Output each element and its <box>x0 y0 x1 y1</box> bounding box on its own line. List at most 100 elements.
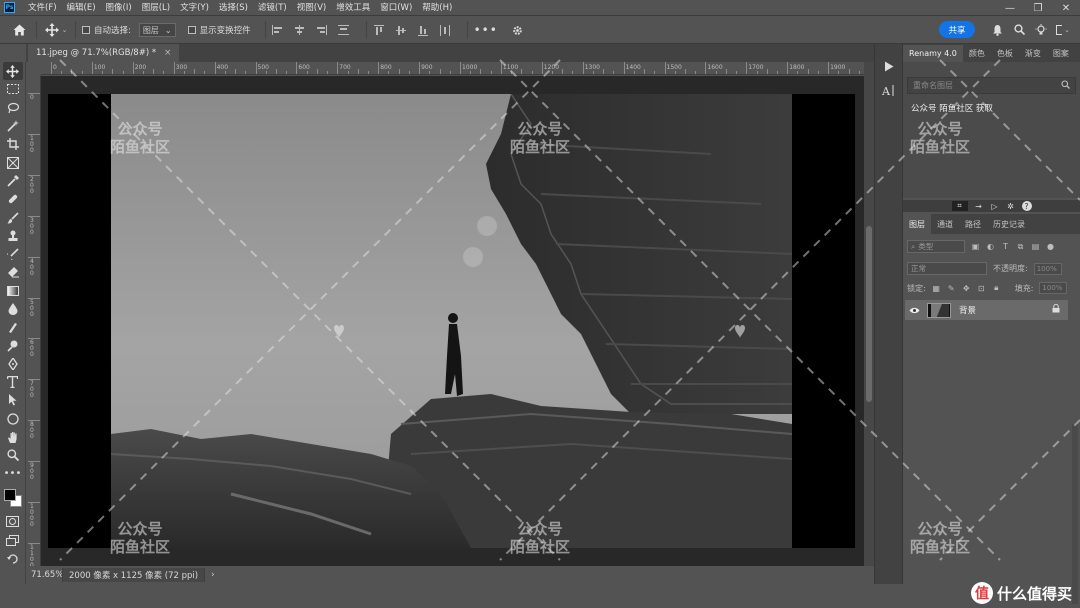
align-right-icon[interactable] <box>316 24 328 36</box>
align-top-icon[interactable] <box>373 24 385 36</box>
path-selection-tool-icon[interactable] <box>3 391 23 409</box>
frame-tool-icon[interactable] <box>3 153 23 171</box>
rename-icon[interactable]: ⌗ <box>951 201 968 211</box>
layers-scrollbar[interactable] <box>1072 424 1078 604</box>
align-left-icon[interactable] <box>272 24 284 36</box>
lock-all-icon[interactable]: 🔒︎ <box>992 283 1001 293</box>
lock-artboard-icon[interactable]: ⊡ <box>977 284 986 293</box>
vertical-scrollbar[interactable] <box>864 62 874 566</box>
rotate-view-icon[interactable] <box>3 549 23 567</box>
history-brush-tool-icon[interactable] <box>3 245 23 263</box>
tab-history[interactable]: 历史记录 <box>987 214 1031 234</box>
opacity-input[interactable]: 100% <box>1033 262 1062 275</box>
zoom-level[interactable]: 71.65% <box>26 570 63 580</box>
menu-view[interactable]: 视图(V) <box>292 0 331 16</box>
tab-swatches[interactable]: 色板 <box>991 45 1019 62</box>
play-actions-icon[interactable] <box>875 54 902 78</box>
blur-tool-icon[interactable] <box>3 300 23 318</box>
brush-tool-icon[interactable] <box>3 208 23 226</box>
status-menu-arrow[interactable]: › <box>205 570 220 580</box>
filter-shape-icon[interactable]: ⧉ <box>1016 242 1025 251</box>
move-tool-icon[interactable] <box>2 62 23 81</box>
zoom-tool-icon[interactable] <box>3 446 23 464</box>
lasso-tool-icon[interactable] <box>3 99 23 117</box>
color-swatches[interactable] <box>2 485 24 511</box>
document-tab[interactable]: 11.jpeg @ 71.7%(RGB/8#) * × <box>28 44 180 62</box>
menu-window[interactable]: 窗口(W) <box>375 0 417 16</box>
crop-tool-icon[interactable] <box>3 135 23 153</box>
menu-plugins[interactable]: 增效工具 <box>331 0 375 16</box>
filter-pixel-icon[interactable]: ▣ <box>971 242 980 251</box>
lightbulb-icon[interactable] <box>1034 21 1048 38</box>
home-icon[interactable] <box>8 19 30 41</box>
more-options-icon[interactable]: ••• <box>474 23 498 37</box>
lock-transparent-icon[interactable]: ▦ <box>932 284 941 293</box>
clone-stamp-tool-icon[interactable] <box>3 227 23 245</box>
filter-type-icon[interactable]: T <box>1001 242 1010 251</box>
gradient-tool-icon[interactable] <box>3 282 23 300</box>
help-icon[interactable]: ? <box>1021 201 1032 211</box>
menu-filter[interactable]: 滤镜(T) <box>253 0 292 16</box>
lock-position-icon[interactable]: ✥ <box>962 284 971 293</box>
canvas-area[interactable] <box>41 76 864 566</box>
move-tool-icon[interactable]: ⌄ <box>43 23 69 37</box>
menu-type[interactable]: 文字(Y) <box>175 0 214 16</box>
more-tools-icon[interactable]: ••• <box>3 465 23 483</box>
eyedropper-tool-icon[interactable] <box>3 172 23 190</box>
menu-help[interactable]: 帮助(H) <box>417 0 457 16</box>
ellipse-tool-icon[interactable] <box>3 410 23 428</box>
auto-select-dropdown[interactable]: 图层 ⌄ <box>138 23 176 37</box>
renamy-list-item[interactable]: 公众号 陌鱼社区 获取 <box>905 100 1078 115</box>
filter-toggle-icon[interactable]: ● <box>1046 242 1055 251</box>
tab-patterns[interactable]: 图案 <box>1047 45 1075 62</box>
share-button[interactable]: 共享 <box>939 21 975 38</box>
distribute-icon[interactable] <box>439 24 451 36</box>
lock-pixels-icon[interactable]: ✎ <box>947 284 956 293</box>
tab-layers[interactable]: 图层 <box>903 214 931 234</box>
show-transform-checkbox[interactable] <box>187 26 196 34</box>
dodge-tool-icon[interactable] <box>3 336 23 354</box>
vertical-ruler[interactable]: 0 100 200 300 400 500 600 700 800 900 1000 1100 <box>26 75 41 566</box>
tab-gradients[interactable]: 渐变 <box>1019 45 1047 62</box>
quick-mask-icon[interactable] <box>3 513 23 531</box>
menu-file[interactable]: 文件(F) <box>23 0 62 16</box>
bell-icon[interactable] <box>990 21 1004 38</box>
filter-adjustment-icon[interactable]: ◐ <box>986 242 995 251</box>
horizontal-ruler[interactable]: 0 100 200 300 400 500 600 700 800 900 1000 1100 1200… <box>41 62 864 75</box>
tab-color[interactable]: 颜色 <box>963 45 991 62</box>
chevron-down-icon[interactable]: ⌄ <box>62 26 68 34</box>
close-tab-icon[interactable]: × <box>164 48 171 58</box>
auto-select-checkbox[interactable] <box>82 26 90 34</box>
layer-filter-dropdown[interactable]: ⌕ 类型 <box>907 240 965 253</box>
type-tool-icon[interactable] <box>3 373 23 391</box>
search-icon[interactable] <box>1012 21 1026 38</box>
next-icon[interactable]: ▷ <box>990 201 1000 211</box>
menu-edit[interactable]: 编辑(E) <box>62 0 101 16</box>
blend-mode-dropdown[interactable]: 正常 <box>907 262 987 275</box>
tab-channels[interactable]: 通道 <box>931 214 959 234</box>
foreground-color-swatch[interactable] <box>3 488 16 501</box>
magic-wand-tool-icon[interactable] <box>3 117 23 135</box>
document-canvas[interactable] <box>48 94 855 548</box>
screen-mode-icon[interactable] <box>3 531 23 549</box>
tab-renamy[interactable]: Renamy 4.0 <box>903 45 963 62</box>
layer-name[interactable]: 背景 <box>959 304 976 316</box>
menu-image[interactable]: 图像(I) <box>101 0 137 16</box>
layer-row-background[interactable]: 背景 <box>905 300 1068 320</box>
fill-input[interactable]: 100% <box>1039 282 1068 294</box>
settings-icon[interactable]: ✲ <box>1006 201 1016 211</box>
vertical-scroll-thumb[interactable] <box>866 226 872 402</box>
gear-icon[interactable] <box>512 24 524 36</box>
align-vcenter-icon[interactable] <box>395 24 407 36</box>
menu-select[interactable]: 选择(S) <box>214 0 253 16</box>
ruler-origin[interactable] <box>26 62 41 75</box>
workspace-icon[interactable]: ⌄ <box>1056 21 1070 38</box>
filter-smart-object-icon[interactable]: ▤ <box>1031 242 1040 251</box>
minimize-button[interactable]: — <box>996 0 1024 16</box>
restore-button[interactable]: ❐ <box>1024 0 1052 16</box>
healing-brush-tool-icon[interactable] <box>3 190 23 208</box>
close-window-button[interactable]: ✕ <box>1052 0 1080 16</box>
character-panel-icon[interactable]: A <box>875 78 902 102</box>
smudge-tool-icon[interactable] <box>3 318 23 336</box>
rename-layer-input[interactable]: 重命名图层 <box>907 77 1076 94</box>
